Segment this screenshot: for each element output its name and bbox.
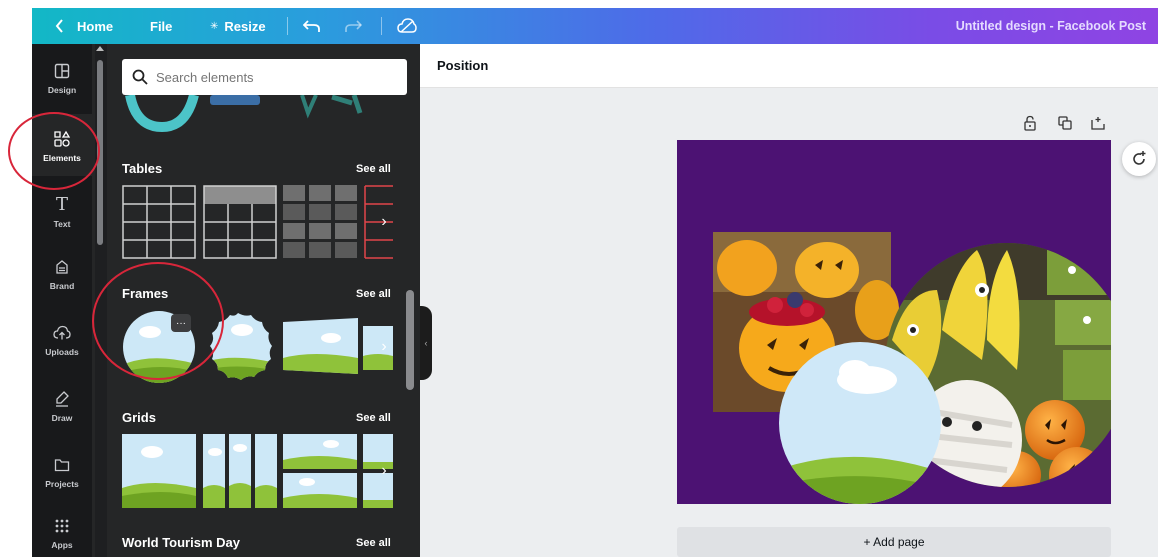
apps-grid-icon: [51, 515, 73, 537]
scroll-up-arrow-icon[interactable]: [96, 46, 104, 51]
toolbar-divider: [287, 17, 288, 35]
grids-next-arrow-icon[interactable]: ›: [373, 451, 395, 491]
see-all-tables-link[interactable]: See all: [356, 163, 391, 175]
rail-label: Projects: [45, 478, 79, 489]
brand-icon: [51, 256, 73, 278]
save-status-button[interactable]: [397, 8, 417, 44]
grid-tile-three-columns[interactable]: [203, 434, 277, 508]
frame-tile-skewed[interactable]: [283, 318, 358, 374]
section-title-grids: Grids: [122, 410, 156, 425]
annotation-ring-elements: [8, 112, 100, 190]
rail-item-apps[interactable]: Apps: [32, 506, 92, 557]
rail-item-design[interactable]: Design: [32, 46, 92, 108]
star-icon: ✳: [210, 20, 219, 32]
see-all-frames-link[interactable]: See all: [356, 288, 391, 300]
chevron-left-icon: [55, 19, 63, 33]
resize-label: Resize: [224, 18, 266, 34]
cloud-saved-icon: [397, 18, 417, 33]
grid-tile-single[interactable]: [122, 434, 196, 508]
rail-label: Design: [47, 84, 77, 95]
resize-button[interactable]: ✳ Resize: [210, 8, 266, 44]
grid-tile-two-rows[interactable]: [283, 434, 357, 508]
refresh-suggestions-button[interactable]: [1122, 142, 1156, 176]
pen-icon: [51, 388, 73, 410]
design-title[interactable]: Untitled design - Facebook Post: [956, 8, 1146, 44]
position-button[interactable]: Position: [437, 58, 488, 73]
chevron-left-icon: ‹: [424, 338, 428, 348]
rail-item-uploads[interactable]: Uploads: [32, 308, 92, 370]
undo-button[interactable]: [303, 8, 321, 44]
text-icon: T: [55, 194, 68, 215]
rail-item-projects[interactable]: Projects: [32, 440, 92, 502]
frames-next-arrow-icon[interactable]: ›: [373, 327, 395, 367]
annotation-ring-frames: [92, 262, 224, 380]
editor-toolbar: Position: [420, 44, 1158, 88]
design-composition[interactable]: [677, 140, 1111, 504]
collapse-panel-handle[interactable]: ‹: [420, 306, 432, 380]
layout-icon: [51, 60, 73, 82]
rail-item-brand[interactable]: Brand: [32, 242, 92, 304]
add-page-button[interactable]: + Add page: [677, 527, 1111, 557]
add-page-icon-button[interactable]: [1089, 114, 1107, 132]
search-icon: [132, 69, 148, 85]
home-label: Home: [77, 18, 114, 34]
file-label: File: [150, 18, 173, 34]
lock-icon: [1024, 115, 1036, 131]
search-placeholder: Search elements: [156, 69, 254, 85]
upload-cloud-icon: [51, 322, 73, 344]
add-page-icon: [1091, 117, 1105, 130]
section-title-world-tourism-day: World Tourism Day: [122, 535, 240, 550]
rail-item-draw[interactable]: Draw: [32, 374, 92, 436]
refresh-sparkle-icon: [1133, 151, 1146, 165]
duplicate-icon: [1058, 116, 1072, 130]
table-tile-header[interactable]: [203, 185, 277, 259]
undo-icon: [303, 20, 320, 32]
table-tile-grid[interactable]: [122, 185, 196, 259]
tables-next-arrow-icon[interactable]: ›: [373, 202, 395, 242]
lock-page-button[interactable]: [1021, 114, 1039, 132]
table-tile-filled[interactable]: [283, 185, 357, 259]
design-page[interactable]: [677, 140, 1111, 504]
rail-label: Uploads: [45, 346, 79, 357]
file-menu-button[interactable]: File: [150, 8, 172, 44]
rail-label: Brand: [49, 280, 75, 291]
rail-label: Draw: [51, 412, 73, 423]
panel-scrollbar-thumb[interactable]: [406, 290, 414, 390]
search-input[interactable]: Search elements: [122, 59, 407, 95]
folder-icon: [51, 454, 73, 476]
redo-button[interactable]: [344, 8, 362, 44]
see-all-world-tourism-day-link[interactable]: See all: [356, 537, 391, 549]
rail-label: Text: [53, 218, 71, 229]
section-title-tables: Tables: [122, 161, 163, 176]
duplicate-page-button[interactable]: [1056, 114, 1074, 132]
rail-label: Apps: [51, 539, 73, 550]
scrolled-graphics-strip[interactable]: [122, 95, 392, 135]
toolbar-divider: [381, 17, 382, 35]
see-all-grids-link[interactable]: See all: [356, 412, 391, 424]
home-button[interactable]: Home: [55, 8, 113, 44]
redo-icon: [345, 20, 362, 32]
